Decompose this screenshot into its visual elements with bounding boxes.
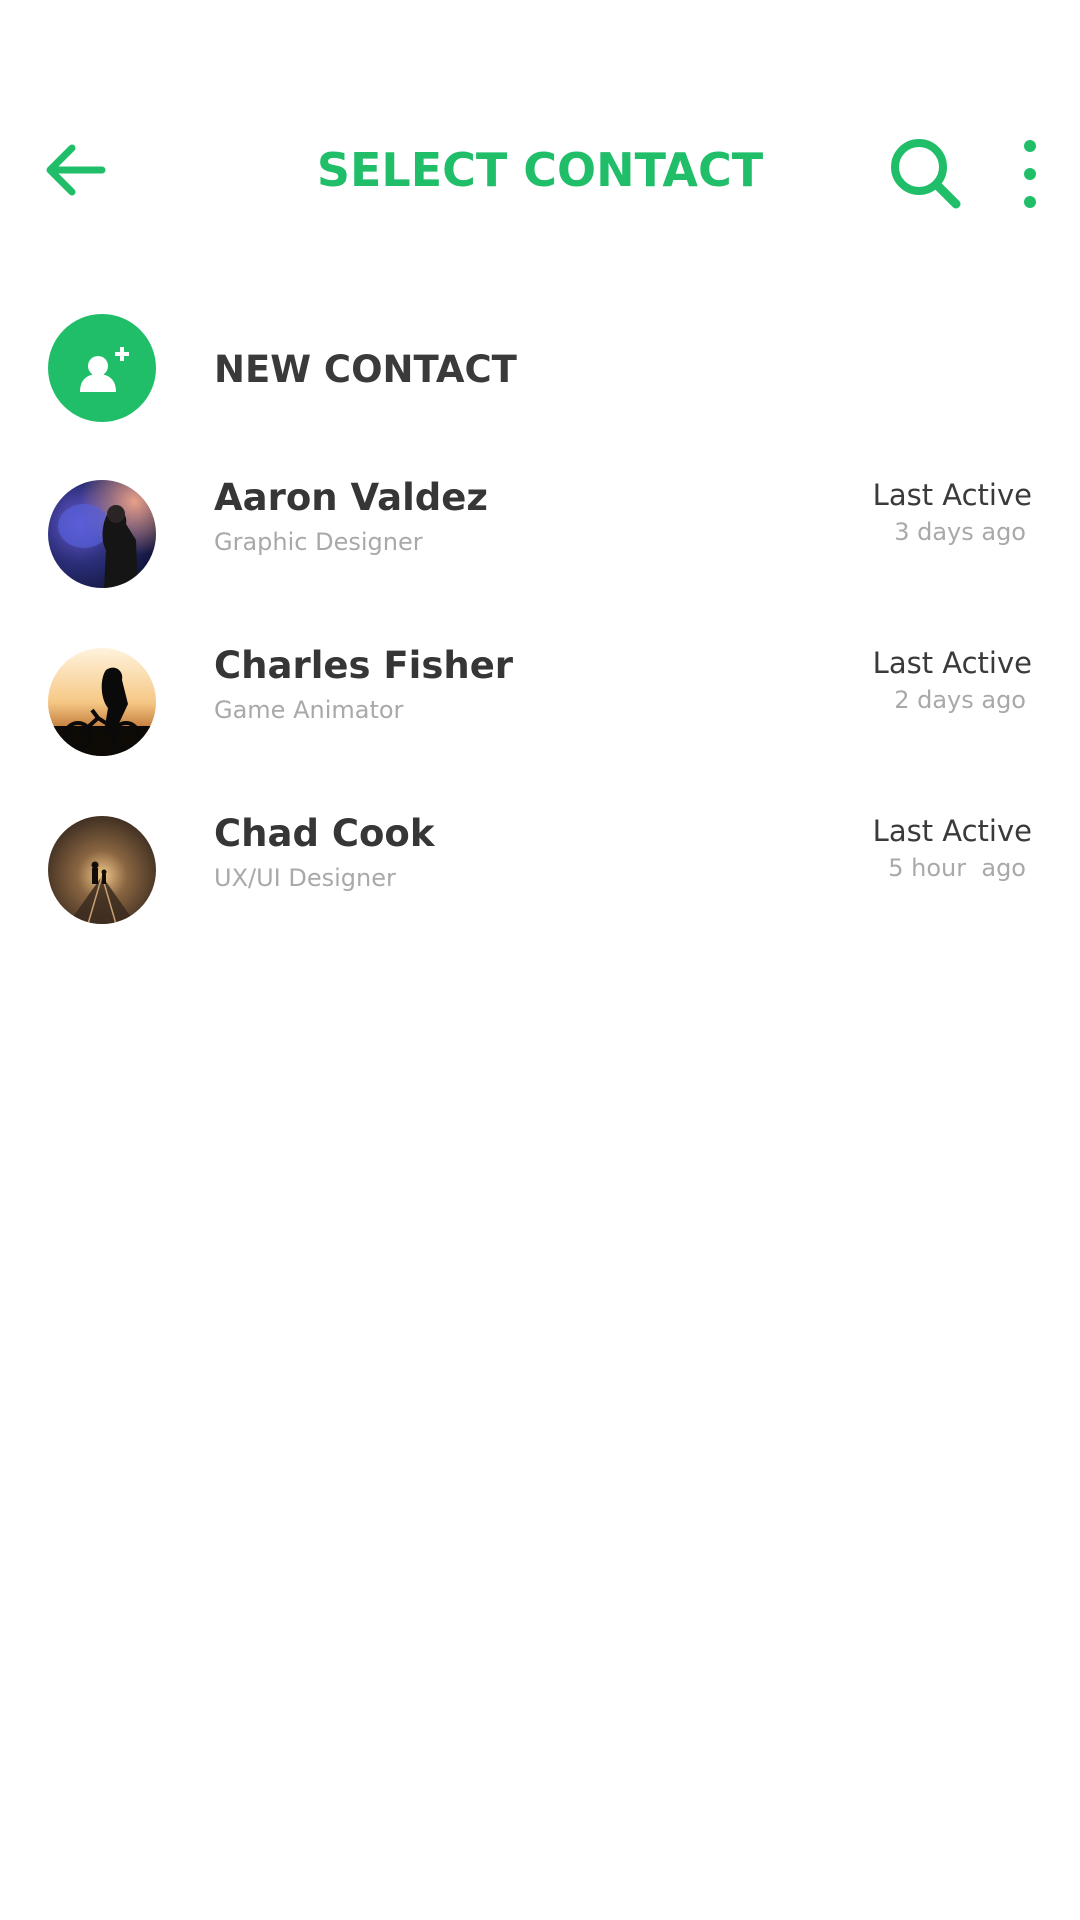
avatar-photo [48, 816, 156, 924]
new-contact-item[interactable]: NEW CONTACT [0, 290, 1080, 450]
last-active-time: 5 hour ago [888, 854, 1026, 882]
contact-role: Game Animator [214, 696, 404, 724]
contact-role: UX/UI Designer [214, 864, 396, 892]
contact-item[interactable]: Aaron Valdez Graphic Designer Last Activ… [0, 454, 1080, 594]
more-vertical-icon [1024, 140, 1036, 208]
app-header: SELECT CONTACT [0, 110, 1080, 230]
contact-item[interactable]: Chad Cook UX/UI Designer Last Active 5 h… [0, 790, 1080, 930]
avatar [48, 648, 156, 756]
select-contact-screen: SELECT CONTACT NEW CONTACT Aaron Valdez … [0, 0, 1080, 1920]
add-person-icon [80, 347, 129, 392]
avatar-photo [48, 648, 156, 756]
contact-role: Graphic Designer [214, 528, 423, 556]
last-active-time: 2 days ago [894, 686, 1026, 714]
last-active-time: 3 days ago [894, 518, 1026, 546]
contact-name: Chad Cook [214, 812, 435, 855]
new-contact-avatar [48, 314, 156, 422]
last-active-label: Last Active [872, 814, 1032, 848]
search-icon [891, 139, 961, 209]
avatar [48, 480, 156, 588]
contact-name: Charles Fisher [214, 644, 514, 687]
search-button[interactable] [886, 134, 966, 214]
last-active-label: Last Active [872, 646, 1032, 680]
last-active-label: Last Active [872, 478, 1032, 512]
more-options-button[interactable] [1010, 134, 1050, 214]
avatar-photo [48, 480, 156, 588]
new-contact-label: NEW CONTACT [214, 348, 517, 391]
avatar [48, 816, 156, 924]
contact-item[interactable]: Charles Fisher Game Animator Last Active… [0, 622, 1080, 762]
contact-name: Aaron Valdez [214, 476, 488, 519]
